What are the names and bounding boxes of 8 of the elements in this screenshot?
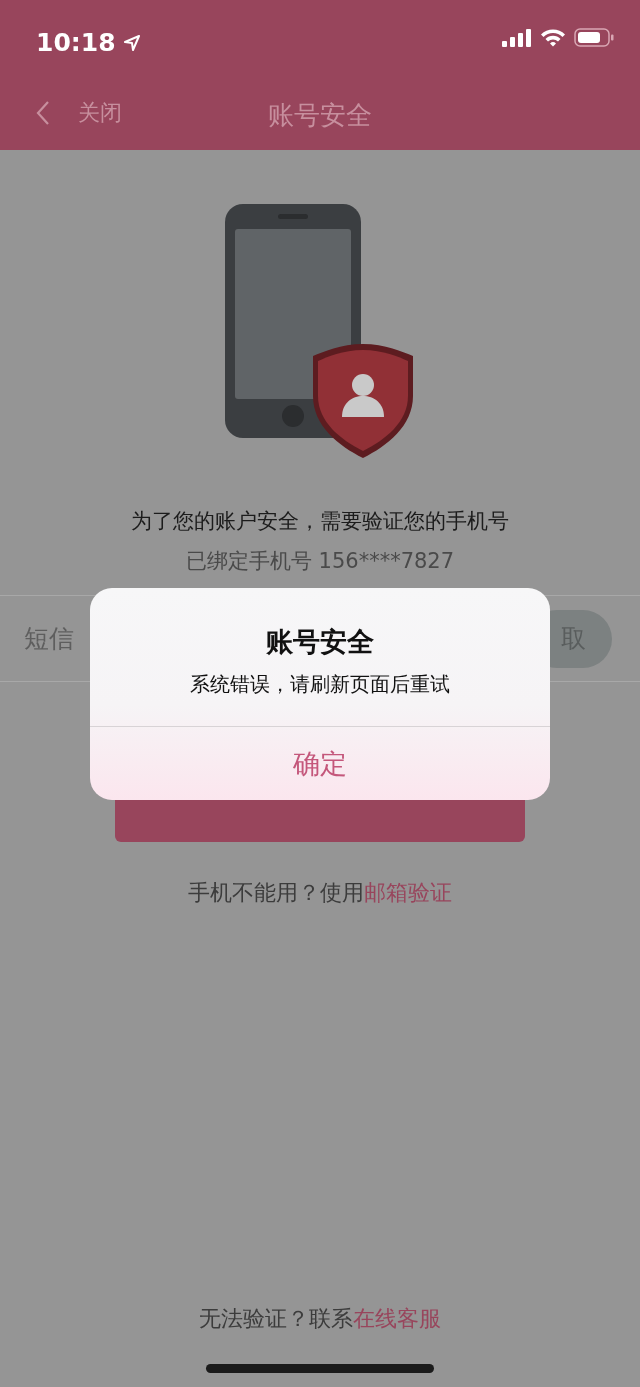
status-time: 10:18	[36, 27, 116, 59]
help-text: 手机不能用？使用邮箱验证	[188, 879, 452, 907]
dialog-message: 系统错误，请刷新页面后重试	[190, 670, 450, 698]
verification-message: 为了您的账户安全，需要验证您的手机号	[130, 508, 510, 535]
bound-phone-text: 已绑定手机号 156****7827	[184, 547, 456, 575]
footer-text: 无法验证？联系在线客服	[199, 1305, 441, 1333]
page-title: 账号安全	[268, 99, 372, 132]
dialog-title: 账号安全	[266, 625, 374, 659]
